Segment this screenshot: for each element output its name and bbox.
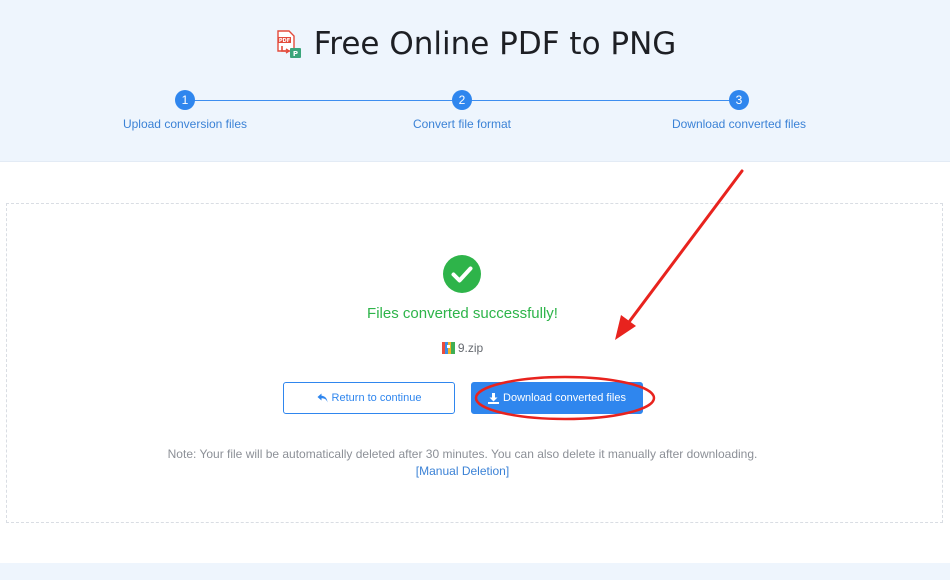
svg-text:PDF: PDF: [279, 38, 290, 44]
step-label: Convert file format: [412, 117, 512, 131]
svg-text:P: P: [293, 50, 298, 58]
title-row: PDF P Free Online PDF to PNG: [0, 26, 950, 62]
page: PDF P Free Online PDF to PNG 1 Upload co…: [0, 0, 950, 580]
step-number: 1: [175, 90, 195, 110]
pdf-to-png-icon: PDF P: [276, 30, 301, 58]
header: PDF P Free Online PDF to PNG 1 Upload co…: [0, 0, 950, 162]
reply-arrow-icon: [317, 393, 328, 403]
file-item: 9.zip: [0, 341, 925, 355]
step-download: 3 Download converted files: [639, 90, 839, 131]
step-number: 2: [452, 90, 472, 110]
download-button-label: Download converted files: [503, 392, 626, 404]
zip-file-icon: [441, 342, 455, 354]
success-message: Files converted successfully!: [367, 305, 558, 322]
file-name[interactable]: 9.zip: [458, 341, 483, 355]
check-circle-icon: [443, 255, 481, 293]
download-converted-files-button[interactable]: Download converted files: [471, 382, 643, 414]
step-upload: 1 Upload conversion files: [85, 90, 285, 131]
page-title: Free Online PDF to PNG: [313, 26, 677, 62]
progress-steps: 1 Upload conversion files 2 Convert file…: [0, 90, 950, 140]
deletion-note: Note: Your file will be automatically de…: [167, 447, 758, 461]
return-button-label: Return to continue: [331, 392, 422, 404]
step-label: Upload conversion files: [122, 117, 248, 131]
footer-band: [0, 563, 950, 580]
step-number: 3: [729, 90, 749, 110]
step-convert: 2 Convert file format: [362, 90, 562, 131]
step-label: Download converted files: [671, 117, 807, 131]
manual-deletion-link[interactable]: [Manual Deletion]: [0, 464, 925, 478]
download-icon: [488, 392, 500, 404]
return-to-continue-button[interactable]: Return to continue: [283, 382, 455, 414]
